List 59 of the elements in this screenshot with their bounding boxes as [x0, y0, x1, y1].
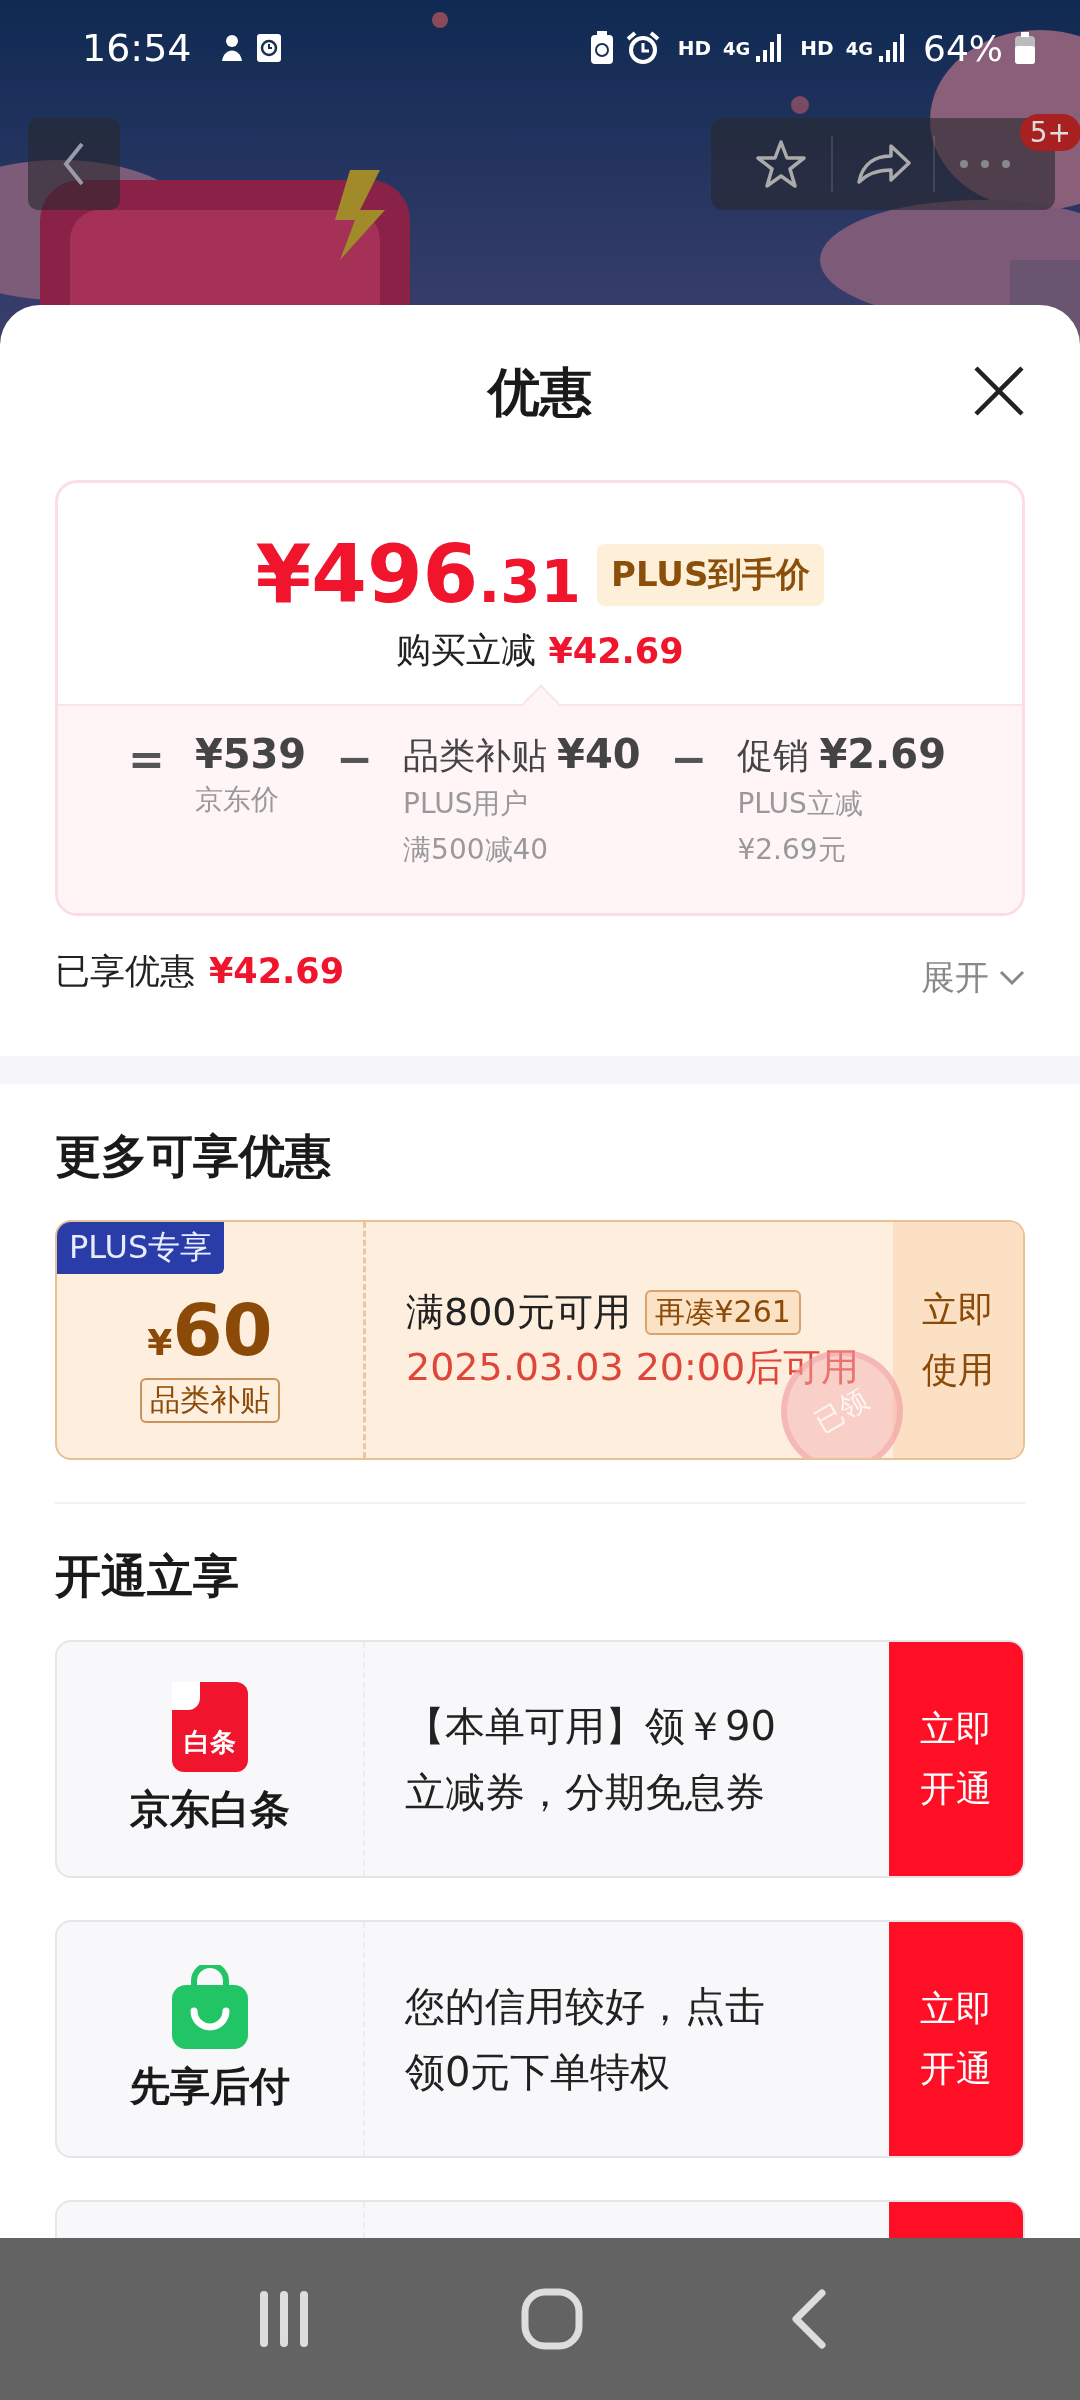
section-title: 更多可享优惠: [55, 1128, 332, 1185]
clock-time: 16:54: [82, 26, 192, 70]
alarm-icon: [625, 31, 660, 65]
battery-icon: [1015, 32, 1035, 64]
back-button[interactable]: [28, 118, 120, 210]
category-tag: 品类补贴: [140, 1378, 280, 1423]
term-label: 品类补贴: [403, 734, 548, 778]
shopping-bag-icon: [170, 1964, 250, 2049]
summary-amount: ¥42.69: [209, 951, 345, 991]
price-tag: PLUS到手价: [596, 543, 825, 606]
activate-button[interactable]: 立即开通: [889, 1642, 1023, 1876]
network-label: HD: [800, 36, 834, 60]
share-icon: [855, 142, 911, 186]
sheet-title: 优惠: [488, 360, 592, 424]
close-icon: [973, 365, 1025, 417]
shortfall-tag: 再凑¥261: [644, 1290, 801, 1335]
saving-label: 购买立减: [396, 629, 537, 672]
back-icon: [62, 142, 86, 186]
term-amount: ¥539: [194, 731, 307, 777]
operator-sign: =: [128, 732, 165, 786]
home-icon[interactable]: [521, 2288, 583, 2350]
coupon-condition: 满800元可用: [406, 1289, 631, 1336]
coupon-amount: ¥60: [147, 1288, 273, 1372]
summary-label: 已享优惠: [55, 949, 195, 993]
network-label: 4G: [723, 37, 751, 59]
term-note: PLUS立减: [737, 786, 864, 822]
section-title: 开通立享: [55, 1548, 240, 1605]
term-amount: ¥40: [557, 731, 641, 777]
chevron-icon: [999, 970, 1025, 986]
expand-toggle[interactable]: 展开: [921, 955, 1025, 1001]
service-description: 您的信用较好，点击领0元下单特权: [404, 1982, 766, 2097]
term-note: PLUS用户: [403, 786, 530, 822]
battery-level: 64%: [923, 27, 1003, 69]
star-icon: [755, 139, 807, 189]
service-description: 【本单可用】领￥90立减券，分期免息券: [404, 1702, 777, 1817]
term-note: 京东价: [194, 782, 280, 818]
use-button[interactable]: 立即使用: [893, 1222, 1023, 1458]
signal-icon: [879, 34, 905, 62]
saving-amount: ¥42.69: [548, 630, 684, 671]
clock-app-icon: [255, 33, 282, 63]
signal-icon: [756, 34, 783, 62]
price-text: ¥496.31: [255, 528, 581, 621]
term-note: 满500减40: [403, 832, 550, 868]
network-label: HD: [677, 36, 711, 60]
service-name: 先享后付: [130, 2061, 290, 2111]
term-label: 促销: [737, 734, 810, 778]
term-note: ¥2.69元: [737, 832, 847, 868]
more-icon: [959, 159, 1011, 169]
document-icon: 白条: [172, 1681, 248, 1772]
coupon-badge: PLUS专享: [57, 1222, 225, 1274]
activate-button[interactable]: 立即开通: [889, 1922, 1023, 2156]
network-label: 4G: [845, 37, 873, 59]
back-icon[interactable]: [790, 2289, 827, 2349]
coupon-time: 2025.03.03 20:00后可用: [406, 1344, 860, 1389]
service-name: 京东白条: [130, 1784, 290, 1834]
term-amount: ¥2.69: [819, 731, 946, 777]
operator-sign: −: [336, 732, 374, 786]
operator-sign: −: [670, 732, 708, 786]
close-button[interactable]: [973, 365, 1025, 417]
